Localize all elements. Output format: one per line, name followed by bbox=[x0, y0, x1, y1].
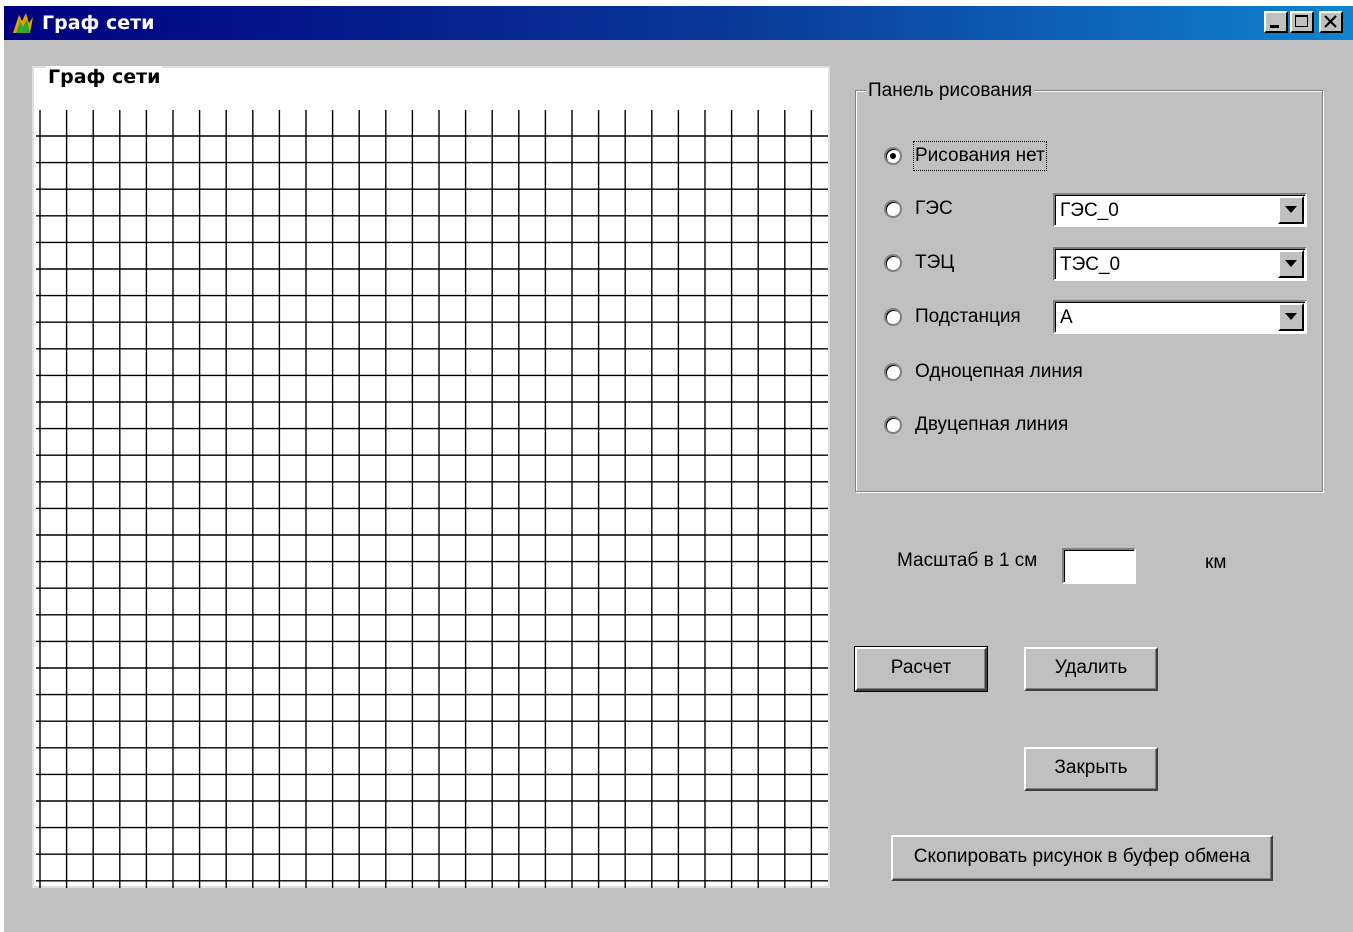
close-button[interactable]: Закрыть bbox=[1024, 747, 1158, 791]
radio-button[interactable] bbox=[884, 416, 902, 434]
calculate-button[interactable]: Расчет bbox=[854, 646, 988, 692]
radio-label: Одноцепная линия bbox=[915, 361, 1083, 382]
radio-button[interactable] bbox=[884, 254, 902, 272]
maximize-button[interactable] bbox=[1290, 11, 1314, 33]
scale-input[interactable] bbox=[1062, 548, 1136, 584]
window-title: Граф сети bbox=[42, 12, 155, 34]
substation-select-value: А bbox=[1060, 307, 1073, 328]
radio-button[interactable] bbox=[884, 363, 902, 381]
radio-button[interactable] bbox=[884, 308, 902, 326]
chevron-down-icon[interactable] bbox=[1278, 303, 1304, 331]
delete-button-label: Удалить bbox=[1054, 657, 1128, 678]
minimize-icon bbox=[1270, 25, 1279, 28]
ges-select-value: ГЭС_0 bbox=[1060, 200, 1119, 221]
copy-to-clipboard-button[interactable]: Скопировать рисунок в буфер обмена bbox=[891, 835, 1273, 881]
radio-label: ТЭЦ bbox=[915, 252, 955, 273]
graph-canvas[interactable] bbox=[32, 98, 830, 888]
delete-button[interactable]: Удалить bbox=[1024, 647, 1158, 691]
radio-button[interactable] bbox=[884, 200, 902, 218]
tec-select[interactable]: ТЭС_0 bbox=[1053, 247, 1307, 281]
app-icon bbox=[10, 11, 36, 35]
title-bar[interactable]: Граф сети bbox=[4, 6, 1353, 40]
drawing-panel-label: Панель рисования bbox=[866, 80, 1035, 102]
minimize-button[interactable] bbox=[1264, 11, 1288, 33]
close-window-button[interactable] bbox=[1319, 11, 1343, 33]
graph-group-label: Граф сети bbox=[46, 66, 163, 88]
maximize-icon bbox=[1295, 15, 1308, 27]
substation-select[interactable]: А bbox=[1053, 300, 1307, 334]
radio-label: Подстанция bbox=[915, 306, 1021, 327]
ges-select[interactable]: ГЭС_0 bbox=[1053, 193, 1307, 227]
tec-select-value: ТЭС_0 bbox=[1060, 254, 1121, 275]
radio-label: Двуцепная линия bbox=[915, 414, 1069, 435]
radio-label: Рисования нет bbox=[913, 141, 1047, 171]
scale-label: Масштаб в 1 см bbox=[897, 550, 1038, 571]
calculate-button-label: Расчет bbox=[890, 657, 952, 678]
scale-unit-label: км bbox=[1205, 552, 1227, 573]
chevron-down-icon[interactable] bbox=[1278, 196, 1304, 224]
close-icon bbox=[1324, 15, 1337, 28]
close-button-label: Закрыть bbox=[1054, 757, 1128, 778]
copy-button-label: Скопировать рисунок в буфер обмена bbox=[913, 846, 1251, 867]
radio-label: ГЭС bbox=[915, 198, 953, 219]
radio-button[interactable] bbox=[884, 147, 902, 165]
chevron-down-icon[interactable] bbox=[1278, 250, 1304, 278]
